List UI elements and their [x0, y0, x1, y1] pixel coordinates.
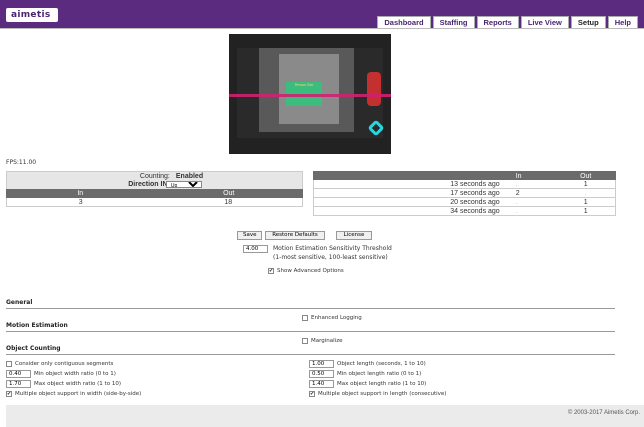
- object-counting-left: Consider only contiguous segments Min ob…: [6, 359, 141, 399]
- footer: © 2003-2017 Aimetis Corp.: [6, 405, 644, 427]
- min-width-option: Min object width ratio (0 to 1): [6, 369, 141, 379]
- enhanced-logging-label: Enhanced Logging: [311, 315, 362, 321]
- motion-section-title: Motion Estimation: [6, 322, 68, 329]
- in-header: In: [77, 190, 84, 197]
- counting-header-row: In Out: [6, 189, 303, 198]
- max-length-label: Max object length ratio (1 to 10): [337, 381, 427, 387]
- counting-line[interactable]: [229, 94, 391, 97]
- contiguous-option: Consider only contiguous segments: [6, 359, 141, 369]
- history-out: 1: [583, 181, 588, 188]
- history-out: 1: [583, 199, 588, 206]
- camera-red-object: [367, 72, 381, 106]
- camera-view[interactable]: Person Bar: [229, 34, 391, 154]
- enhanced-logging-option: Enhanced Logging: [302, 314, 362, 322]
- show-advanced-option: ✔ Show Advanced Options: [268, 267, 344, 275]
- sensitivity-label: Motion Estimation Sensitivity Threshold: [273, 245, 392, 252]
- counting-values-row: 3 18: [6, 198, 303, 207]
- show-advanced-label: Show Advanced Options: [277, 268, 344, 274]
- history-out: 1: [583, 208, 588, 215]
- direction-value-cell: Up: [165, 180, 302, 189]
- contiguous-checkbox[interactable]: [6, 361, 12, 367]
- multi-width-option: ✔ Multiple object support in width (side…: [6, 389, 141, 399]
- min-width-label: Min object width ratio (0 to 1): [34, 371, 116, 377]
- max-length-option: Max object length ratio (1 to 10): [309, 379, 446, 389]
- multi-length-label: Multiple object support in length (conse…: [318, 391, 447, 397]
- multi-width-label: Multiple object support in width (side-b…: [15, 391, 142, 397]
- multi-length-checkbox[interactable]: ✔: [309, 391, 315, 397]
- sensitivity-input[interactable]: [243, 245, 268, 253]
- copyright-text: © 2003-2017 Aimetis Corp.: [567, 410, 640, 416]
- multi-width-checkbox[interactable]: ✔: [6, 391, 12, 397]
- marginalize-checkbox[interactable]: [302, 338, 308, 344]
- counting-table: Counting: Enabled Direction IN: Up In Ou…: [6, 171, 303, 207]
- history-time: 34 seconds ago: [450, 208, 500, 215]
- length-option: Object length (seconds, 1 to 10): [309, 359, 446, 369]
- counting-label: Counting:: [139, 173, 170, 180]
- history-out: .: [584, 190, 587, 197]
- min-width-input[interactable]: [6, 370, 31, 378]
- contiguous-label: Consider only contiguous segments: [15, 361, 114, 367]
- history-time: 17 seconds ago: [450, 190, 500, 197]
- history-time: 13 seconds ago: [450, 181, 500, 188]
- history-in: .: [515, 181, 518, 188]
- direction-select[interactable]: Up: [165, 181, 202, 188]
- direction-row: Direction IN: Up: [6, 180, 303, 189]
- history-in-header: In: [515, 173, 522, 180]
- detection-label: Person Bar: [294, 83, 314, 87]
- direction-label: Direction IN:: [128, 181, 170, 188]
- min-length-label: Min object length ratio (0 to 1): [337, 371, 422, 377]
- enhanced-logging-checkbox[interactable]: [302, 315, 308, 321]
- object-counting-section-title: Object Counting: [6, 345, 61, 352]
- marginalize-option: Marginalize: [302, 337, 342, 345]
- history-row: 20 seconds ago . 1: [313, 198, 616, 207]
- out-count: 18: [224, 199, 233, 206]
- restore-defaults-button[interactable]: Restore Defaults: [265, 231, 325, 240]
- history-time: 20 seconds ago: [450, 199, 500, 206]
- marginalize-label: Marginalize: [311, 338, 343, 344]
- in-count: 3: [78, 199, 83, 206]
- max-length-input[interactable]: [309, 380, 334, 388]
- section-divider: [6, 354, 615, 355]
- history-row: 34 seconds ago . 1: [313, 207, 616, 216]
- history-in: 2: [515, 190, 520, 197]
- multi-length-option: ✔ Multiple object support in length (con…: [309, 389, 446, 399]
- history-in: .: [515, 208, 518, 215]
- history-out-header: Out: [580, 173, 592, 180]
- history-header-row: In Out: [313, 171, 616, 180]
- object-counting-right: Object length (seconds, 1 to 10) Min obj…: [309, 359, 446, 399]
- count-history-table: In Out 13 seconds ago . 1 17 seconds ago…: [313, 171, 616, 216]
- section-divider: [6, 331, 615, 332]
- length-input[interactable]: [309, 360, 334, 368]
- history-time-header: [314, 172, 504, 179]
- save-button[interactable]: Save: [237, 231, 262, 240]
- general-section-title: General: [6, 299, 33, 306]
- aimetis-logo[interactable]: aimetis: [6, 8, 58, 22]
- max-width-label: Max object width ratio (1 to 10): [34, 381, 121, 387]
- license-button[interactable]: License: [336, 231, 372, 240]
- max-width-option: Max object width ratio (1 to 10): [6, 379, 141, 389]
- counting-value: Enabled: [175, 173, 204, 180]
- length-label: Object length (seconds, 1 to 10): [337, 361, 426, 367]
- out-header: Out: [223, 190, 235, 197]
- counting-row: Counting: Enabled: [6, 171, 303, 180]
- history-row: 17 seconds ago 2 .: [313, 189, 616, 198]
- history-in: .: [515, 199, 518, 206]
- section-divider: [6, 308, 615, 309]
- top-bar: aimetis Dashboard Staffing Reports Live …: [0, 0, 644, 29]
- header-divider: [0, 28, 644, 29]
- sensitivity-range-label: (1-most sensitive, 100-least sensitive): [273, 254, 388, 261]
- max-width-input[interactable]: [6, 380, 31, 388]
- min-length-option: Min object length ratio (0 to 1): [309, 369, 446, 379]
- history-row: 13 seconds ago . 1: [313, 180, 616, 189]
- show-advanced-checkbox[interactable]: ✔: [268, 268, 274, 274]
- min-length-input[interactable]: [309, 370, 334, 378]
- fps-readout: FPS:11.00: [6, 159, 37, 166]
